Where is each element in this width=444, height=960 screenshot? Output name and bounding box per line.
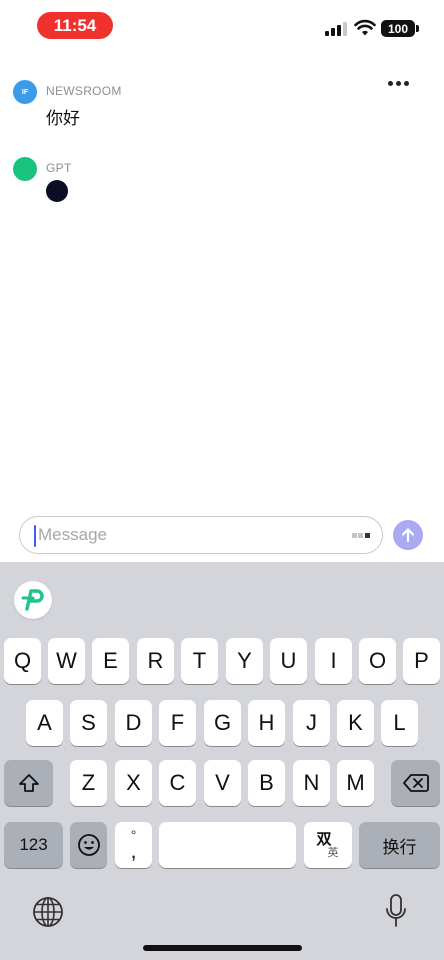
key-m[interactable]: M (337, 760, 374, 806)
key-x[interactable]: X (115, 760, 152, 806)
key-b[interactable]: B (248, 760, 285, 806)
input-mode-primary: 双 (316, 830, 332, 848)
punctuation-bottom: , (130, 838, 137, 863)
send-button[interactable] (393, 520, 423, 550)
cellular-signal-icon (325, 22, 347, 36)
key-z[interactable]: Z (70, 760, 107, 806)
keyboard: Q W E R T Y U I O P A S D F G H J K L Z … (0, 562, 444, 960)
emoji-key[interactable] (70, 822, 107, 868)
battery-icon: 100 (381, 20, 419, 37)
key-o[interactable]: O (359, 638, 396, 684)
status-time: 11:54 (37, 12, 113, 39)
message-sender: GPT (46, 161, 72, 175)
key-k[interactable]: K (337, 700, 374, 746)
punctuation-key[interactable]: ° , (115, 822, 152, 868)
key-a[interactable]: A (26, 700, 63, 746)
message-input[interactable] (38, 517, 338, 553)
microphone-icon[interactable] (384, 893, 408, 929)
key-l[interactable]: L (381, 700, 418, 746)
emoji-icon (77, 834, 100, 856)
dictation-indicator-icon (352, 533, 372, 538)
wifi-icon (354, 19, 376, 36)
key-e[interactable]: E (92, 638, 129, 684)
key-w[interactable]: W (48, 638, 85, 684)
input-mode-secondary: 英 (327, 846, 339, 859)
message-composer[interactable] (19, 516, 383, 554)
text-caret (34, 525, 36, 547)
ellipsis-icon (387, 80, 393, 86)
backspace-icon (402, 774, 429, 792)
input-mode-key[interactable]: 双 英 (304, 822, 352, 868)
key-d[interactable]: D (115, 700, 152, 746)
home-indicator (143, 945, 302, 951)
key-p[interactable]: P (403, 638, 440, 684)
key-h[interactable]: H (248, 700, 285, 746)
message-sender: NEWSROOM (46, 84, 122, 98)
typing-indicator (46, 180, 68, 202)
key-s[interactable]: S (70, 700, 107, 746)
avatar (13, 157, 37, 181)
space-key[interactable] (159, 822, 296, 868)
status-bar: 11:54 100 (0, 0, 444, 52)
key-i[interactable]: I (315, 638, 352, 684)
shift-key[interactable] (4, 760, 53, 806)
key-y[interactable]: Y (226, 638, 263, 684)
return-key[interactable]: 换行 (359, 822, 440, 868)
key-n[interactable]: N (293, 760, 330, 806)
shift-icon (18, 774, 39, 792)
key-c[interactable]: C (159, 760, 196, 806)
key-r[interactable]: R (137, 638, 174, 684)
app-logo-icon[interactable] (14, 581, 52, 619)
key-j[interactable]: J (293, 700, 330, 746)
key-g[interactable]: G (204, 700, 241, 746)
more-options-button[interactable] (384, 72, 412, 94)
delete-key[interactable] (391, 760, 440, 806)
key-u[interactable]: U (270, 638, 307, 684)
message-text: 你好 (46, 109, 80, 128)
numbers-key[interactable]: 123 (4, 822, 63, 868)
key-v[interactable]: V (204, 760, 241, 806)
key-q[interactable]: Q (4, 638, 41, 684)
arrow-up-icon (401, 528, 415, 543)
key-t[interactable]: T (181, 638, 218, 684)
key-f[interactable]: F (159, 700, 196, 746)
globe-icon[interactable] (31, 895, 65, 929)
avatar: IF (13, 80, 37, 104)
